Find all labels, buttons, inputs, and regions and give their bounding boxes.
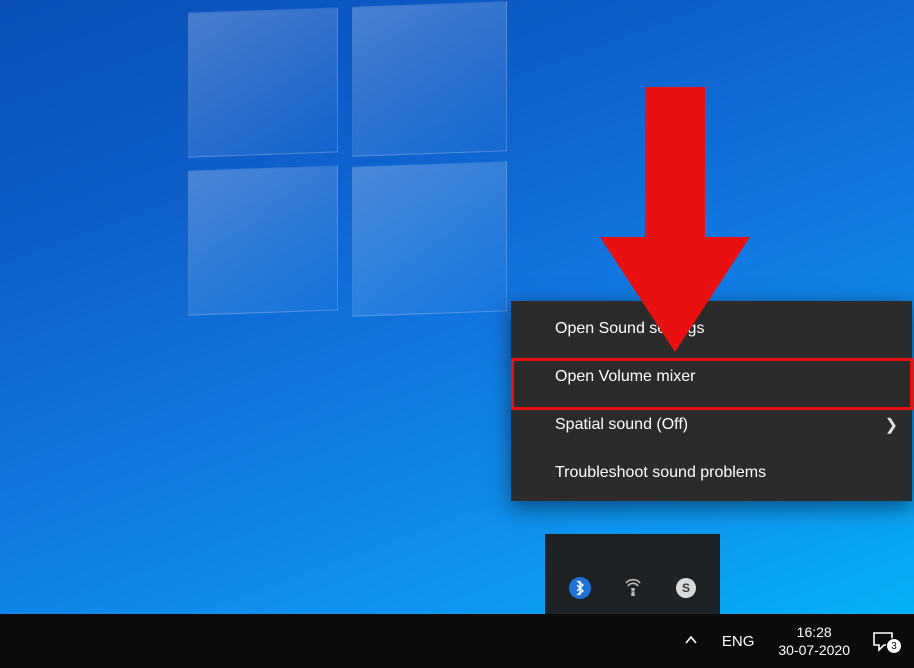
language-label: ENG [722, 633, 755, 650]
skype-icon[interactable]: S [672, 574, 700, 602]
menu-item-troubleshoot-sound[interactable]: Troubleshoot sound problems [511, 449, 912, 497]
clock-date: 30-07-2020 [778, 641, 850, 659]
language-indicator[interactable]: ENG [710, 633, 767, 650]
menu-item-label: Open Sound settings [555, 320, 704, 337]
sound-context-menu: Open Sound settings Open Volume mixer Sp… [511, 301, 912, 501]
tray-overflow-button[interactable] [672, 633, 710, 650]
clock[interactable]: 16:28 30-07-2020 [766, 623, 862, 659]
tray-overflow-panel: H S [545, 534, 720, 614]
taskbar: ENG 16:28 30-07-2020 3 [0, 614, 914, 668]
bluetooth-icon[interactable] [566, 574, 594, 602]
notification-badge: 3 [886, 638, 902, 654]
desktop[interactable]: H S Open Sound settings Open Volume mixe… [0, 0, 914, 668]
windows-logo-wallpaper [180, 0, 510, 320]
svg-text:H: H [630, 590, 634, 596]
menu-item-label: Troubleshoot sound problems [555, 464, 766, 481]
clock-time: 16:28 [778, 623, 850, 641]
hotspot-icon[interactable]: H [619, 574, 647, 602]
chevron-right-icon: ❯ [885, 415, 898, 435]
menu-item-open-volume-mixer[interactable]: Open Volume mixer [511, 353, 912, 401]
menu-item-label: Spatial sound (Off) [555, 416, 688, 433]
menu-item-open-sound-settings[interactable]: Open Sound settings [511, 305, 912, 353]
svg-text:S: S [681, 581, 689, 595]
menu-item-label: Open Volume mixer [555, 368, 696, 385]
menu-item-spatial-sound[interactable]: Spatial sound (Off) ❯ [511, 401, 912, 449]
action-center-button[interactable]: 3 [862, 630, 904, 652]
